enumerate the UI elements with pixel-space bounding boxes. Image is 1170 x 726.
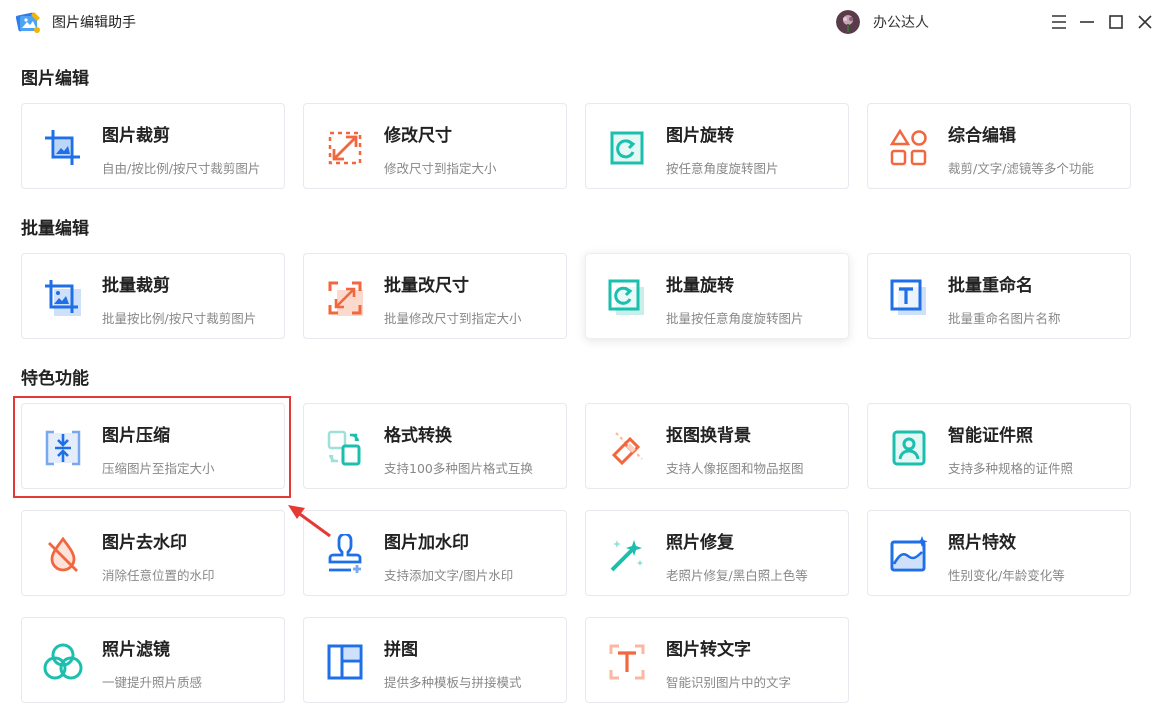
app-title: 图片编辑助手 (52, 15, 136, 31)
card-title: 拼图 (384, 640, 418, 660)
card-batch-resize[interactable]: 批量改尺寸 批量修改尺寸到指定大小 (303, 253, 567, 339)
card-format-convert[interactable]: 格式转换 支持100多种图片格式互换 (303, 403, 567, 489)
card-desc: 消除任意位置的水印 (102, 568, 215, 583)
filter-icon (42, 641, 84, 683)
card-desc: 性别变化/年龄变化等 (948, 568, 1065, 583)
card-desc: 修改尺寸到指定大小 (384, 161, 497, 176)
card-desc: 按任意角度旋转图片 (666, 161, 779, 176)
close-icon[interactable] (1134, 11, 1156, 33)
card-title: 批量旋转 (666, 276, 734, 296)
card-batch-rotate[interactable]: 批量旋转 批量按任意角度旋转图片 (585, 253, 849, 339)
card-collage[interactable]: 拼图 提供多种模板与拼接模式 (303, 617, 567, 703)
card-title: 图片转文字 (666, 640, 751, 660)
card-title: 智能证件照 (948, 426, 1033, 446)
batch-rename-icon (888, 277, 930, 319)
photo-effect-icon (888, 534, 930, 576)
convert-icon (324, 427, 366, 469)
card-desc: 批量按任意角度旋转图片 (666, 311, 804, 326)
card-image-crop[interactable]: 图片裁剪 自由/按比例/按尺寸裁剪图片 (21, 103, 285, 189)
app-logo-icon (14, 8, 42, 36)
card-title: 批量改尺寸 (384, 276, 469, 296)
card-desc: 批量重命名图片名称 (948, 311, 1061, 326)
crop-icon (42, 127, 84, 169)
card-batch-rename[interactable]: 批量重命名 批量重命名图片名称 (867, 253, 1131, 339)
menu-icon[interactable] (1048, 11, 1070, 33)
card-rotate[interactable]: 图片旋转 按任意角度旋转图片 (585, 103, 849, 189)
annotation-arrow-icon (284, 497, 334, 541)
username[interactable]: 办公达人 (873, 12, 929, 32)
card-photo-restore[interactable]: 照片修复 老照片修复/黑白照上色等 (585, 510, 849, 596)
card-desc: 一键提升照片质感 (102, 675, 203, 690)
card-title: 图片去水印 (102, 533, 187, 553)
rotate-icon (606, 127, 648, 169)
card-resize[interactable]: 修改尺寸 修改尺寸到指定大小 (303, 103, 567, 189)
highlight-box (13, 396, 291, 498)
card-id-photo[interactable]: 智能证件照 支持多种规格的证件照 (867, 403, 1131, 489)
card-comprehensive-edit[interactable]: 综合编辑 裁剪/文字/滤镜等多个功能 (867, 103, 1131, 189)
eraser-icon (606, 427, 648, 469)
card-title: 综合编辑 (948, 126, 1016, 146)
ocr-icon (606, 641, 648, 683)
section-title-features: 特色功能 (21, 369, 89, 389)
maximize-icon[interactable] (1105, 11, 1127, 33)
card-remove-watermark[interactable]: 图片去水印 消除任意位置的水印 (21, 510, 285, 596)
card-title: 图片裁剪 (102, 126, 170, 146)
card-desc: 老照片修复/黑白照上色等 (666, 568, 808, 583)
card-desc: 智能识别图片中的文字 (666, 675, 792, 690)
card-desc: 支持多种规格的证件照 (948, 461, 1074, 476)
card-title: 图片旋转 (666, 126, 734, 146)
card-title: 照片滤镜 (102, 640, 170, 660)
card-title: 批量重命名 (948, 276, 1033, 296)
section-title-batch-edit: 批量编辑 (21, 219, 89, 239)
card-title: 格式转换 (384, 426, 452, 446)
card-desc: 支持100多种图片格式互换 (384, 461, 533, 476)
card-cutout-background[interactable]: 抠图换背景 支持人像抠图和物品抠图 (585, 403, 849, 489)
card-desc: 自由/按比例/按尺寸裁剪图片 (102, 161, 261, 176)
card-add-watermark[interactable]: 图片加水印 支持添加文字/图片水印 (303, 510, 567, 596)
card-image-to-text[interactable]: 图片转文字 智能识别图片中的文字 (585, 617, 849, 703)
remove-watermark-icon (42, 534, 84, 576)
card-desc: 裁剪/文字/滤镜等多个功能 (948, 161, 1094, 176)
avatar[interactable] (836, 10, 860, 34)
magic-wand-icon (606, 534, 648, 576)
card-title: 图片加水印 (384, 533, 469, 553)
card-title: 抠图换背景 (666, 426, 751, 446)
resize-icon (324, 127, 366, 169)
card-photo-effect[interactable]: 照片特效 性别变化/年龄变化等 (867, 510, 1131, 596)
card-title: 照片特效 (948, 533, 1016, 553)
card-desc: 批量修改尺寸到指定大小 (384, 311, 522, 326)
card-desc: 提供多种模板与拼接模式 (384, 675, 522, 690)
batch-resize-icon (324, 277, 366, 319)
card-title: 照片修复 (666, 533, 734, 553)
card-desc: 支持添加文字/图片水印 (384, 568, 514, 583)
batch-crop-icon (42, 277, 84, 319)
card-desc: 支持人像抠图和物品抠图 (666, 461, 804, 476)
shapes-icon (888, 127, 930, 169)
minimize-icon[interactable] (1076, 11, 1098, 33)
id-photo-icon (888, 427, 930, 469)
collage-icon (324, 641, 366, 683)
card-batch-crop[interactable]: 批量裁剪 批量按比例/按尺寸裁剪图片 (21, 253, 285, 339)
card-title: 修改尺寸 (384, 126, 452, 146)
card-desc: 批量按比例/按尺寸裁剪图片 (102, 311, 257, 326)
title-bar: 图片编辑助手 办公达人 (0, 0, 1170, 44)
card-photo-filter[interactable]: 照片滤镜 一键提升照片质感 (21, 617, 285, 703)
section-title-image-edit: 图片编辑 (21, 69, 89, 89)
batch-rotate-icon (606, 277, 648, 319)
card-title: 批量裁剪 (102, 276, 170, 296)
